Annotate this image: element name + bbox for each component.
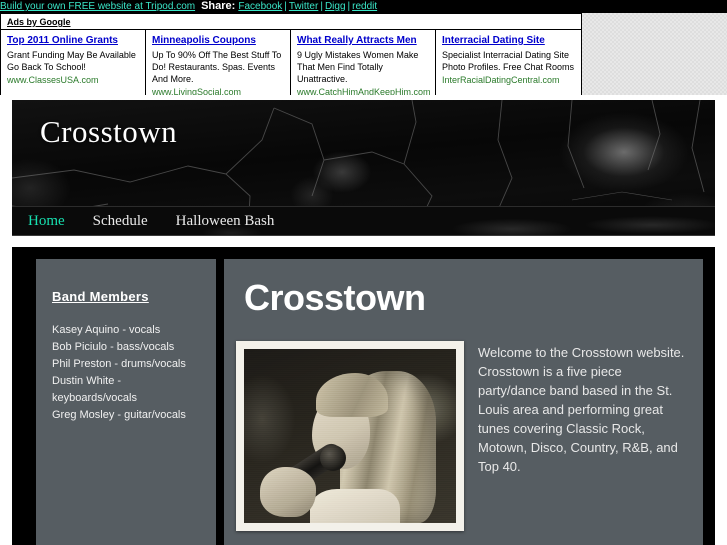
ads-row: Top 2011 Online Grants Grant Funding May… (1, 30, 581, 104)
main-content-panel: Crosstown Welcome to the Crosstown websi… (224, 259, 703, 545)
share-label: Share: (201, 0, 236, 12)
list-item: Phil Preston - drums/vocals (52, 358, 186, 370)
sidebar-title-band-members: Band Members (52, 289, 149, 304)
ad-title[interactable]: Top 2011 Online Grants (7, 34, 139, 47)
share-link-facebook[interactable]: Facebook (238, 1, 282, 12)
ad-description: Specialist Interracial Dating Site Photo… (442, 50, 575, 72)
ads-by-google-label[interactable]: Ads by Google (1, 14, 581, 30)
list-item: Bob Piciulo - bass/vocals (52, 341, 175, 353)
share-link-digg[interactable]: Digg (325, 1, 346, 12)
page-title: Crosstown (244, 277, 426, 318)
content-inner: Band Members Kasey Aquino - vocals Bob P… (24, 259, 703, 545)
ad-item[interactable]: Interracial Dating Site Specialist Inter… (436, 30, 581, 104)
share-link-reddit[interactable]: reddit (352, 1, 377, 12)
list-item: Greg Mosley - guitar/vocals (52, 409, 186, 421)
ad-item[interactable]: What Really Attracts Men 9 Ugly Mistakes… (291, 30, 436, 104)
share-link-twitter[interactable]: Twitter (289, 1, 318, 12)
google-ads-block: Ads by Google Top 2011 Online Grants Gra… (0, 13, 582, 105)
ad-title[interactable]: What Really Attracts Men (297, 34, 429, 47)
ad-item[interactable]: Minneapolis Coupons Up To 90% Off The Be… (146, 30, 291, 104)
ad-item[interactable]: Top 2011 Online Grants Grant Funding May… (1, 30, 146, 104)
ad-url: www.ClassesUSA.com (7, 75, 99, 85)
sidebar-panel: Band Members Kasey Aquino - vocals Bob P… (36, 259, 216, 545)
ad-description: Grant Funding May Be Available Go Back T… (7, 50, 136, 72)
ad-url: InterRacialDatingCentral.com (442, 75, 560, 85)
ad-description: 9 Ugly Mistakes Women Make That Men Find… (297, 50, 419, 84)
nav-item-home[interactable]: Home (28, 207, 81, 235)
tripod-promo-link[interactable]: Build your own FREE website at Tripod.co… (0, 1, 195, 12)
welcome-paragraph: Welcome to the Crosstown website. Crosst… (478, 345, 685, 474)
main-navigation: Home Schedule Halloween Bash (12, 206, 715, 236)
website-content: Crosstown Home Schedule Halloween Bash B… (0, 95, 727, 545)
content-frame: Band Members Kasey Aquino - vocals Bob P… (12, 247, 715, 545)
tripod-top-bar: Build your own FREE website at Tripod.co… (0, 0, 727, 13)
list-item: Dustin White - keyboards/vocals (52, 375, 137, 404)
nav-item-schedule[interactable]: Schedule (93, 207, 164, 235)
page-background-texture (582, 13, 727, 95)
share-separator-1: | (284, 1, 287, 12)
main-body: Welcome to the Crosstown website. Crosst… (224, 341, 703, 531)
list-item: Kasey Aquino - vocals (52, 324, 161, 336)
nav-list: Home Schedule Halloween Bash (28, 207, 302, 235)
ad-title[interactable]: Minneapolis Coupons (152, 34, 284, 47)
banner-title: Crosstown (40, 114, 178, 149)
singer-photo-frame (236, 341, 464, 531)
nav-item-halloween-bash[interactable]: Halloween Bash (176, 207, 291, 235)
share-separator-2: | (320, 1, 323, 12)
ad-title[interactable]: Interracial Dating Site (442, 34, 575, 47)
photo-grain-overlay (244, 349, 456, 523)
singer-photo (244, 349, 456, 523)
ad-description: Up To 90% Off The Best Stuff To Do! Rest… (152, 50, 282, 84)
